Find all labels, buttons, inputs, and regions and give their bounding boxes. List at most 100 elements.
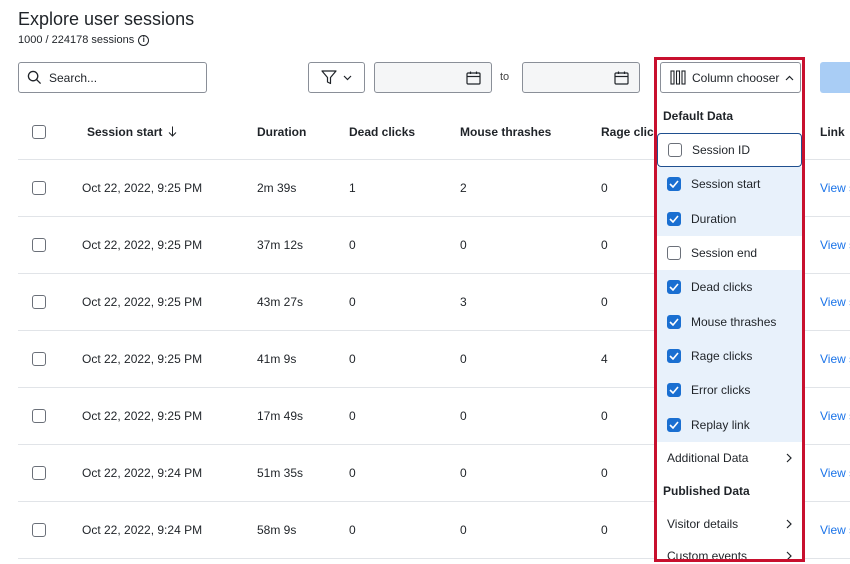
column-header-duration[interactable]: Duration (257, 125, 306, 139)
column-option-label: Session end (691, 246, 758, 261)
column-option[interactable]: Mouse thrashes (657, 304, 802, 339)
default-data-heading: Default Data (663, 109, 734, 123)
checkmark-icon (669, 318, 679, 326)
column-option-label: Duration (691, 211, 737, 226)
chevron-up-icon (785, 75, 794, 80)
chevron-right-icon (786, 551, 792, 561)
session-start-cell: Oct 22, 2022, 9:24 PM (82, 466, 203, 480)
row-checkbox[interactable] (32, 523, 46, 537)
search-placeholder: Search... (49, 70, 98, 85)
mouse-thrashes-cell: 3 (460, 295, 467, 309)
checkmark-icon (669, 180, 679, 189)
duration-cell: 37m 12s (257, 238, 304, 252)
visitor-details-label: Visitor details (667, 516, 739, 531)
column-option-checkbox[interactable] (667, 417, 681, 432)
column-option-label: Session start (691, 177, 761, 192)
dead-clicks-cell: 0 (349, 523, 356, 537)
rage-clicks-cell: 0 (601, 238, 608, 252)
column-option-label: Dead clicks (691, 280, 753, 295)
column-option-checkbox[interactable] (667, 383, 681, 398)
calendar-icon[interactable] (614, 71, 629, 85)
row-checkbox[interactable] (32, 181, 46, 195)
published-data-heading: Published Data (663, 483, 750, 498)
rage-clicks-cell: 0 (601, 466, 608, 480)
column-header-label: Session start (87, 124, 163, 139)
session-start-cell: Oct 22, 2022, 9:25 PM (82, 409, 203, 423)
column-option-checkbox[interactable] (667, 280, 681, 295)
custom-events-item[interactable]: Custom events (657, 540, 802, 561)
checkmark-icon (669, 386, 679, 395)
row-checkbox[interactable] (32, 466, 46, 480)
column-option[interactable]: Duration (657, 201, 802, 236)
column-option-checkbox[interactable] (667, 177, 681, 192)
rage-clicks-cell: 0 (601, 523, 608, 537)
column-header-link[interactable]: Link (820, 125, 845, 139)
select-all-checkbox[interactable] (32, 124, 46, 139)
duration-cell: 58m 9s (257, 523, 297, 537)
column-header-rage-clicks[interactable]: Rage click (601, 125, 660, 139)
view-session-link[interactable]: View s (820, 295, 850, 309)
view-session-link[interactable]: View s (820, 466, 850, 480)
checkmark-icon (669, 421, 679, 429)
session-start-cell: Oct 22, 2022, 9:25 PM (82, 295, 203, 309)
additional-data-item[interactable]: Additional Data (657, 442, 802, 474)
view-session-link[interactable]: View s (820, 181, 850, 195)
filter-icon (321, 70, 337, 85)
column-chooser-button[interactable]: Column chooser (660, 62, 801, 93)
start-date-input[interactable] (374, 62, 492, 93)
rage-clicks-cell: 0 (601, 181, 608, 195)
chevron-down-icon (343, 75, 352, 80)
column-header-dead-clicks[interactable]: Dead clicks (349, 125, 415, 139)
checkmark-icon (669, 283, 679, 292)
column-option[interactable]: Rage clicks (657, 338, 802, 374)
arrow-down-icon (169, 126, 177, 137)
mouse-thrashes-cell: 0 (460, 352, 467, 366)
rage-clicks-cell: 0 (601, 409, 608, 423)
duration-cell: 17m 49s (257, 409, 304, 423)
rage-clicks-cell: 0 (601, 295, 608, 309)
dead-clicks-cell: 0 (349, 295, 356, 309)
custom-events-label: Custom events (667, 548, 748, 561)
dead-clicks-cell: 0 (349, 352, 356, 366)
search-input[interactable]: Search... (18, 62, 207, 93)
row-checkbox[interactable] (32, 409, 46, 423)
column-option-label: Mouse thrashes (691, 314, 777, 329)
column-header-mouse-thrashes[interactable]: Mouse thrashes (460, 125, 551, 139)
column-option[interactable]: Session end (657, 236, 802, 270)
filter-button[interactable] (308, 62, 365, 93)
row-checkbox[interactable] (32, 238, 46, 252)
mouse-thrashes-cell: 0 (460, 523, 467, 537)
view-session-link[interactable]: View s (820, 352, 850, 366)
column-option-checkbox[interactable] (668, 143, 682, 158)
info-icon[interactable]: i (138, 34, 150, 46)
view-session-link[interactable]: View s (820, 238, 850, 252)
column-option[interactable]: Session ID (657, 133, 802, 168)
mouse-thrashes-cell: 0 (460, 409, 467, 423)
column-option[interactable]: Dead clicks (657, 270, 802, 305)
column-option[interactable]: Session start (657, 167, 802, 202)
column-option-checkbox[interactable] (667, 348, 681, 363)
column-header-session-start[interactable]: Session start (87, 125, 177, 139)
row-checkbox[interactable] (32, 352, 46, 366)
row-checkbox[interactable] (32, 295, 46, 309)
column-chooser-panel: Default Data Session ID Session start Dura… (657, 99, 802, 561)
duration-cell: 41m 9s (257, 352, 297, 366)
rage-clicks-cell: 4 (601, 352, 608, 366)
dead-clicks-cell: 0 (349, 466, 356, 480)
column-option-label: Rage clicks (691, 348, 753, 363)
chevron-right-icon (786, 453, 792, 463)
column-option[interactable]: Error clicks (657, 373, 802, 408)
column-option-checkbox[interactable] (667, 211, 681, 226)
visitor-details-item[interactable]: Visitor details (657, 508, 802, 540)
column-option-label: Error clicks (691, 383, 751, 398)
search-icon (27, 70, 42, 85)
calendar-icon[interactable] (466, 71, 481, 85)
end-date-input[interactable] (522, 62, 640, 93)
mouse-thrashes-cell: 2 (460, 181, 467, 195)
column-option-checkbox[interactable] (667, 246, 681, 261)
delete-button[interactable] (820, 62, 850, 93)
column-option-checkbox[interactable] (667, 314, 681, 329)
view-session-link[interactable]: View s (820, 409, 850, 423)
column-option[interactable]: Replay link (657, 407, 802, 442)
view-session-link[interactable]: View s (820, 523, 850, 537)
